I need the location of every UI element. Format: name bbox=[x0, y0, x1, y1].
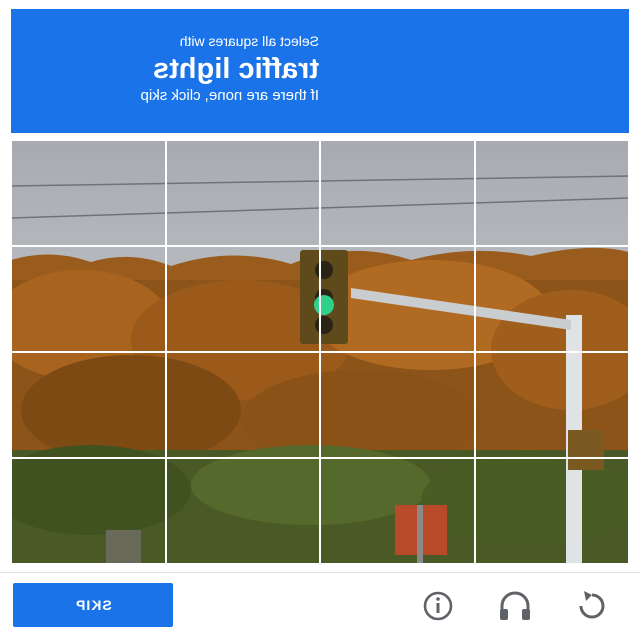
tile-grid bbox=[11, 140, 629, 564]
tile-r2c4[interactable] bbox=[474, 246, 629, 352]
tile-r4c1[interactable] bbox=[11, 458, 166, 564]
tile-r4c3[interactable] bbox=[320, 458, 475, 564]
instruction-text: Select all squares with bbox=[179, 33, 319, 49]
challenge-instructions: Select all squares with traffic lights I… bbox=[59, 32, 319, 105]
tile-r4c4[interactable] bbox=[474, 458, 629, 564]
tile-r3c4[interactable] bbox=[474, 352, 629, 458]
challenge-header: Select all squares with traffic lights I… bbox=[11, 9, 629, 133]
target-object-text: traffic lights bbox=[153, 53, 319, 85]
skip-hint-text: If there are none, click skip bbox=[140, 87, 319, 104]
tile-r3c2[interactable] bbox=[165, 352, 320, 458]
reload-icon bbox=[579, 591, 605, 619]
tile-r1c1[interactable] bbox=[11, 140, 166, 246]
tile-r4c2[interactable] bbox=[165, 458, 320, 564]
tile-r1c3[interactable] bbox=[320, 140, 475, 246]
reload-button[interactable] bbox=[570, 586, 614, 626]
info-icon bbox=[423, 591, 453, 621]
tile-r3c3[interactable] bbox=[320, 352, 475, 458]
tile-r2c3[interactable] bbox=[320, 246, 475, 352]
tile-r2c1[interactable] bbox=[11, 246, 166, 352]
footer-divider bbox=[0, 572, 640, 573]
tile-r1c2[interactable] bbox=[165, 140, 320, 246]
tile-r2c2[interactable] bbox=[165, 246, 320, 352]
info-button[interactable] bbox=[416, 586, 460, 626]
headphones-icon bbox=[500, 591, 530, 620]
tile-r1c4[interactable] bbox=[474, 140, 629, 246]
skip-button-label: SKIP bbox=[74, 597, 112, 613]
tile-r3c1[interactable] bbox=[11, 352, 166, 458]
skip-button[interactable]: SKIP bbox=[13, 583, 173, 627]
image-grid bbox=[11, 140, 629, 564]
audio-challenge-button[interactable] bbox=[493, 586, 537, 626]
